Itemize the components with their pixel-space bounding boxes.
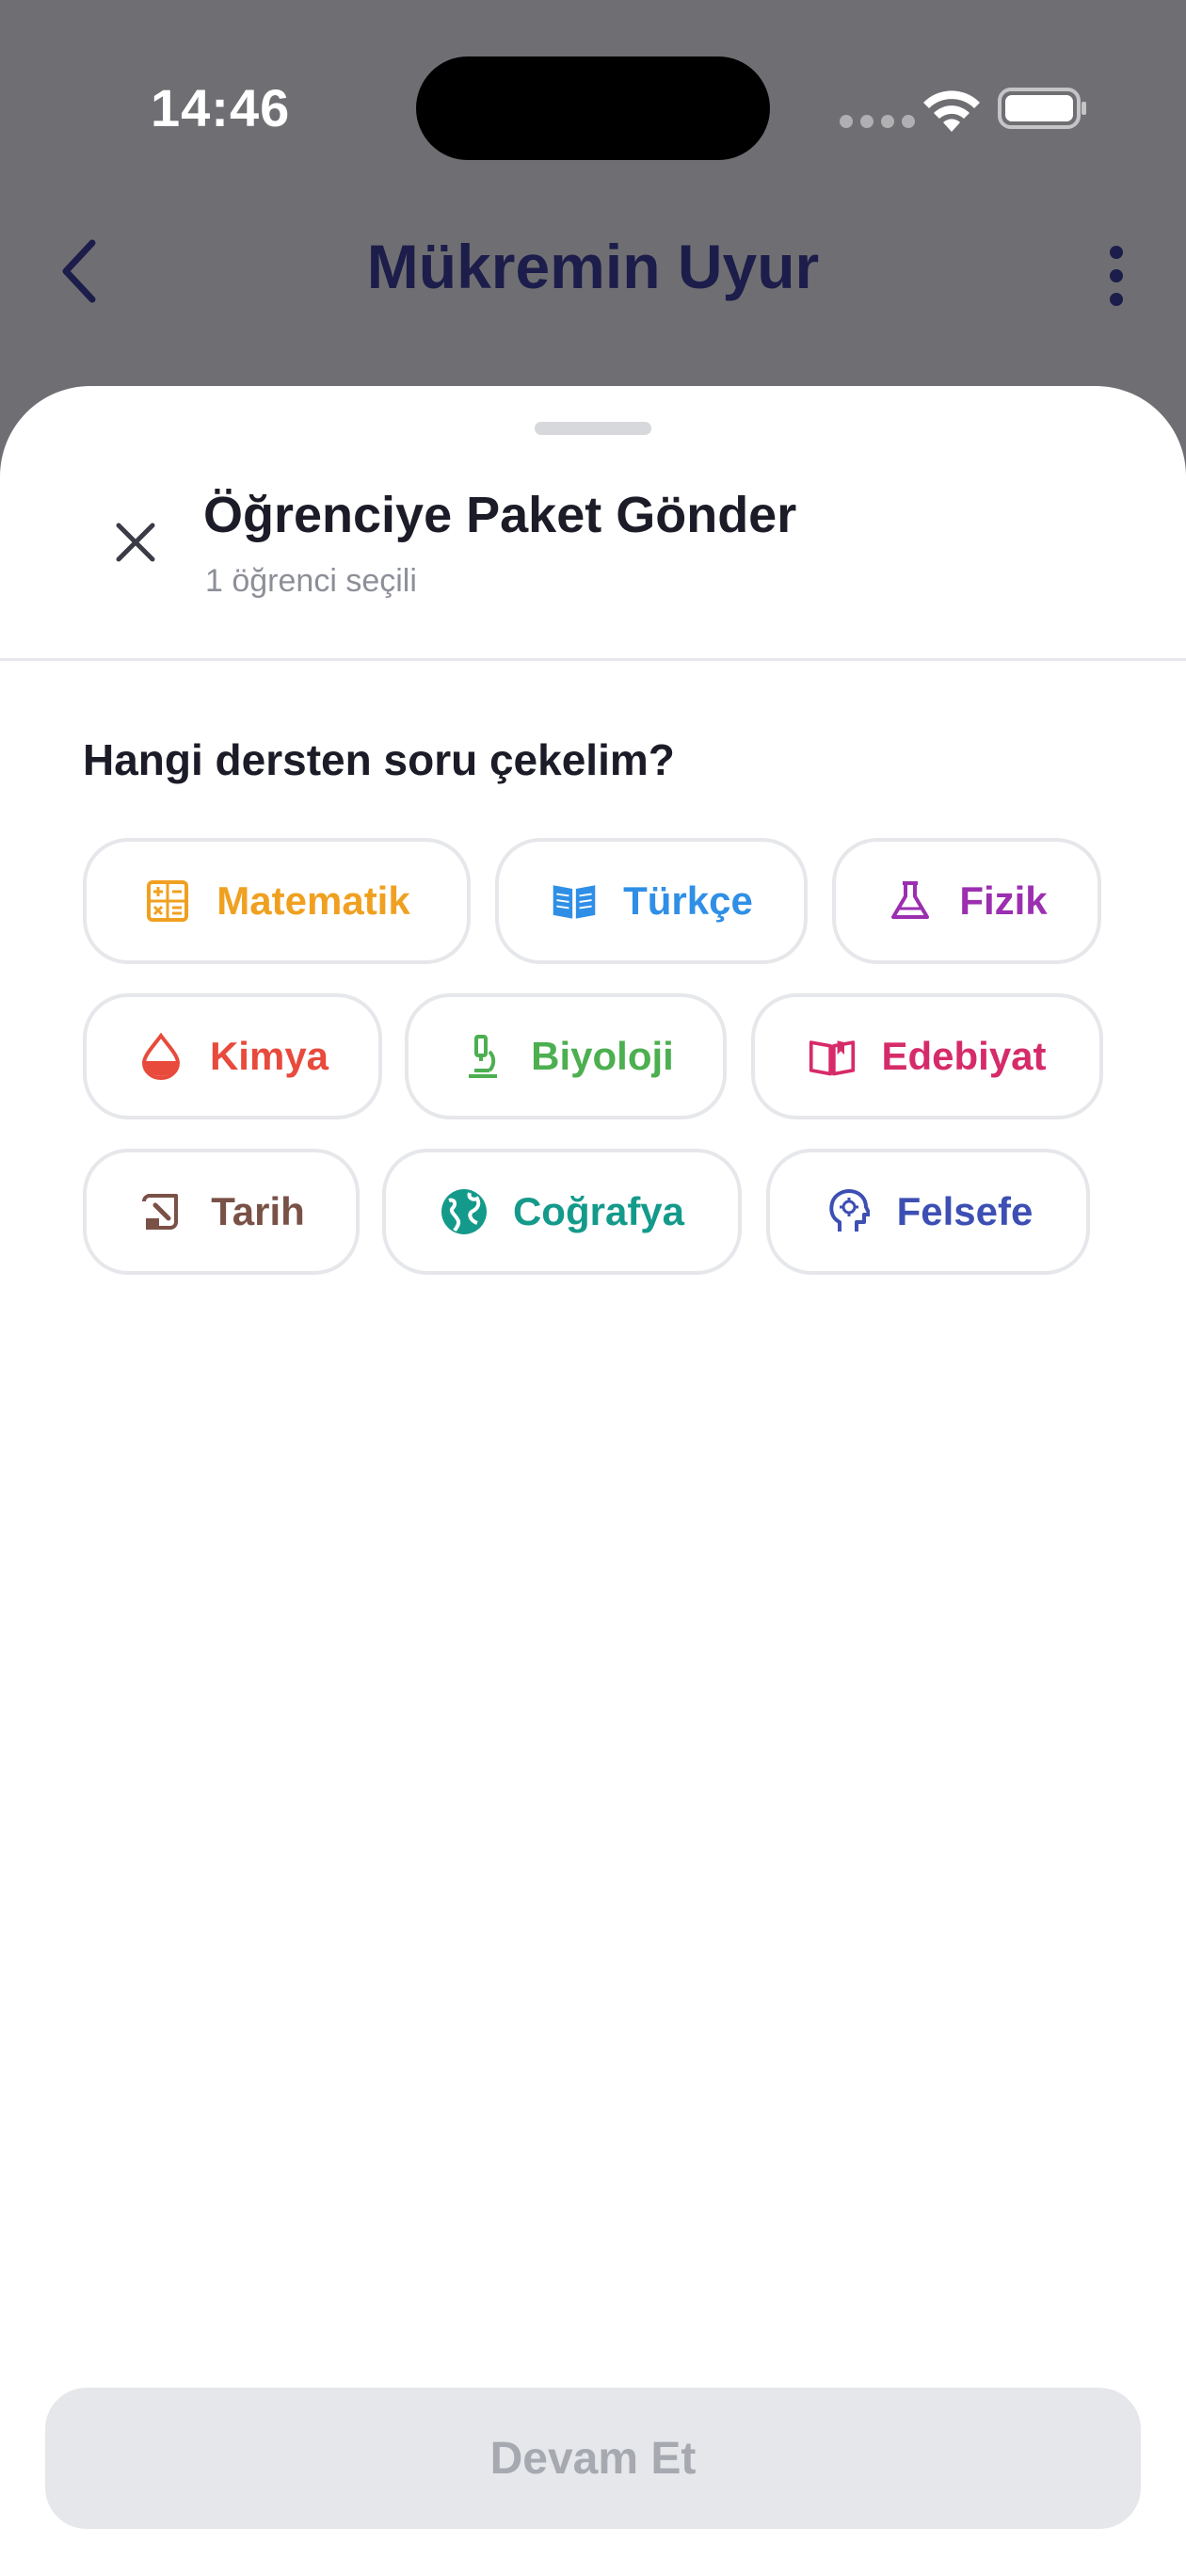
subject-chip-cografya[interactable]: Coğrafya — [382, 1149, 742, 1275]
subject-chip-kimya[interactable]: Kimya — [83, 993, 382, 1119]
page-title: Mükremin Uyur — [366, 232, 820, 301]
subject-label: Kimya — [209, 1034, 329, 1078]
globe-icon — [440, 1187, 489, 1236]
dynamic-island — [416, 56, 770, 160]
cellular-signal-icon — [840, 115, 915, 128]
scroll-icon — [137, 1187, 186, 1236]
subject-label: Tarih — [211, 1189, 305, 1233]
question-label: Hangi dersten soru çekelim? — [83, 735, 675, 784]
microscope-icon — [457, 1032, 506, 1081]
subject-label: Coğrafya — [512, 1189, 685, 1233]
book-open-icon — [550, 877, 599, 926]
subject-label: Edebiyat — [881, 1034, 1047, 1078]
book-icon — [808, 1032, 857, 1081]
battery-icon — [998, 88, 1086, 129]
more-vertical-icon[interactable] — [1098, 243, 1135, 309]
sheet-grabber[interactable] — [535, 422, 651, 435]
subject-chip-tarih[interactable]: Tarih — [83, 1149, 360, 1275]
subject-chip-fizik[interactable]: Fizik — [832, 838, 1101, 964]
subject-chip-biyoloji[interactable]: Biyoloji — [405, 993, 727, 1119]
divider — [0, 658, 1186, 661]
close-button[interactable] — [102, 508, 169, 576]
subject-chip-turkce[interactable]: Türkçe — [495, 838, 808, 964]
subject-chip-matematik[interactable]: Matematik — [83, 838, 471, 964]
sheet-title: Öğrenciye Paket Gönder — [203, 487, 797, 543]
continue-button[interactable]: Devam Et — [45, 2388, 1141, 2529]
drop-icon — [136, 1032, 185, 1081]
subject-label: Türkçe — [623, 878, 753, 923]
subject-label: Matematik — [216, 878, 410, 923]
status-time: 14:46 — [151, 78, 291, 137]
calculator-icon — [143, 877, 192, 926]
subject-label: Fizik — [959, 878, 1048, 923]
brain-head-icon — [824, 1187, 873, 1236]
subject-chip-edebiyat[interactable]: Edebiyat — [751, 993, 1103, 1119]
close-icon — [116, 523, 155, 562]
subject-label: Biyoloji — [531, 1034, 674, 1078]
selected-count: 1 öğrenci seçili — [205, 563, 417, 599]
bottom-sheet: Öğrenciye Paket Gönder 1 öğrenci seçili … — [0, 386, 1186, 2576]
flask-icon — [886, 877, 935, 926]
subject-chip-felsefe[interactable]: Felsefe — [766, 1149, 1090, 1275]
subject-label: Felsefe — [896, 1189, 1034, 1233]
status-bar: 14:46 — [0, 0, 1186, 217]
wifi-icon — [923, 90, 980, 132]
